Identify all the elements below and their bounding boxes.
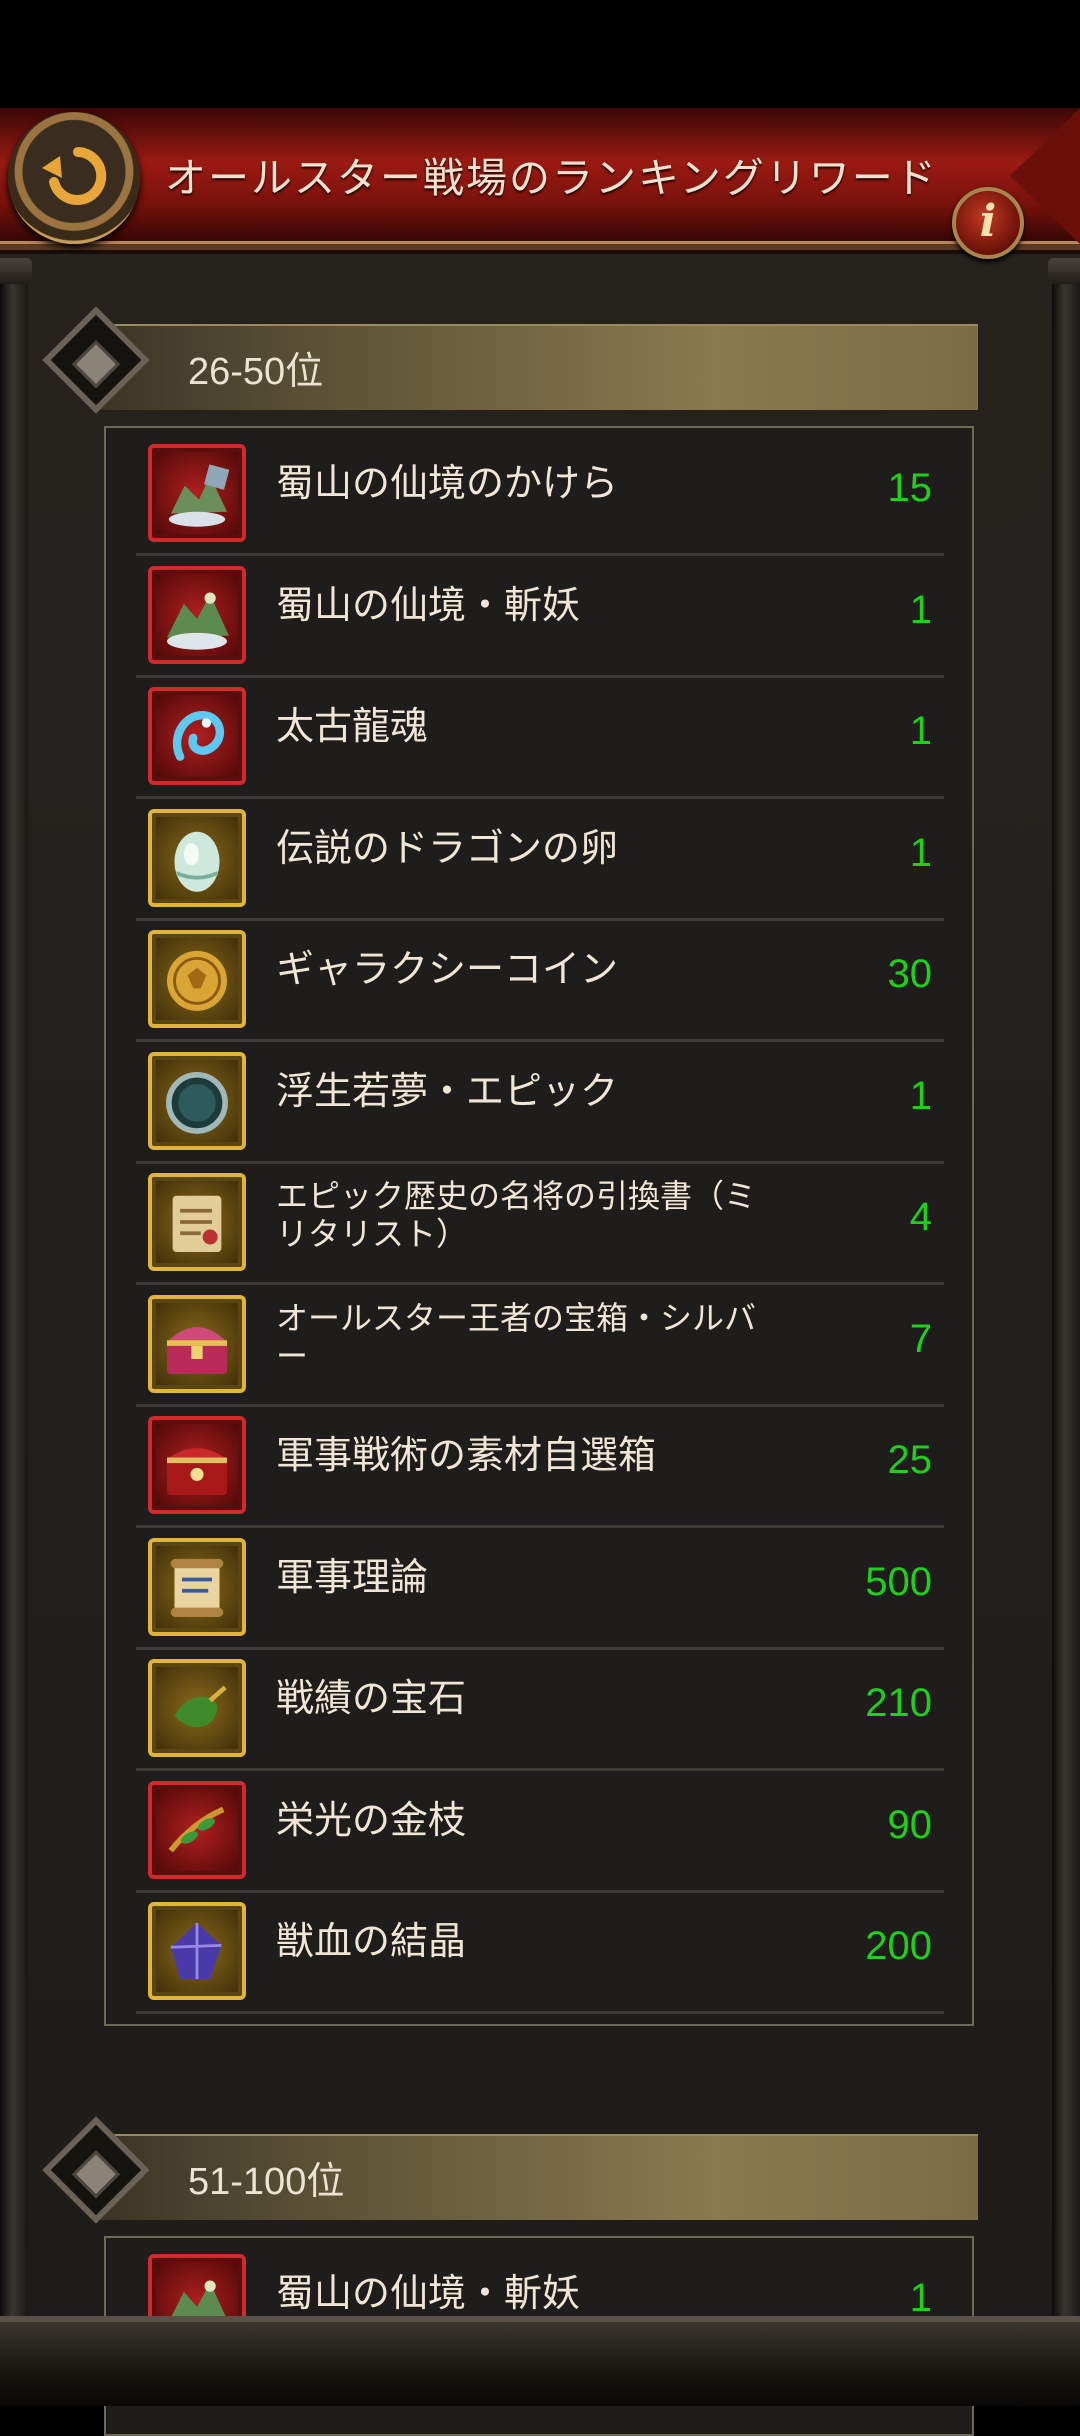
reward-row[interactable]: 蜀山の仙境のかけら 15 (136, 432, 944, 556)
golden-branch-icon[interactable] (148, 1780, 246, 1879)
bottom-frame-bar (0, 2316, 1080, 2406)
info-button[interactable]: i (952, 187, 1024, 259)
reward-name: 軍事戦術の素材自選箱 (276, 1433, 657, 1477)
rank-range-label: 51-100位 (188, 2161, 345, 2203)
status-bar (0, 0, 1080, 108)
reward-name: 太古龍魂 (276, 704, 429, 748)
right-pillar-decoration (1048, 258, 1080, 2378)
galaxy-coin-icon[interactable] (148, 930, 246, 1028)
reward-quantity: 1 (909, 587, 932, 632)
reward-row[interactable]: 浮生若夢・エピック 1 (136, 1040, 944, 1164)
reward-list: 蜀山の仙境のかけら 15 蜀山の仙境・斬妖 1 太古龍魂 1 伝説のドラゴンの卵 1 ギャラクシ… (104, 426, 974, 2026)
reward-quantity: 4 (909, 1195, 932, 1239)
rank-range-label: 26-50位 (188, 351, 324, 393)
reward-name: 浮生若夢・エピック (276, 1068, 619, 1113)
reward-quantity: 15 (887, 466, 933, 510)
ancient-dragon-soul-icon[interactable] (148, 687, 246, 785)
reward-row[interactable]: エピック歴史の名将の引換書（ミリタリスト） 4 (136, 1161, 944, 1285)
fairyland-fragment-icon[interactable] (148, 444, 246, 542)
reward-row[interactable]: オールスター王者の宝箱・シルバー 7 (136, 1283, 944, 1407)
reward-quantity: 210 (865, 1681, 932, 1725)
exchange-scroll-icon[interactable] (148, 1173, 246, 1271)
dream-mirror-icon[interactable] (148, 1051, 246, 1150)
reward-row[interactable]: 獣血の結晶 200 (136, 1890, 944, 2014)
reward-quantity: 25 (887, 1438, 933, 1482)
fairyland-demon-slayer-icon[interactable] (148, 565, 246, 664)
reward-name: 栄光の金枝 (276, 1797, 467, 1842)
reward-row[interactable]: 戦績の宝石 210 (136, 1647, 944, 1771)
back-button[interactable] (8, 112, 140, 244)
reward-name: 軍事理論 (276, 1554, 429, 1599)
reward-quantity: 1 (909, 830, 932, 875)
reward-row[interactable]: 栄光の金枝 90 (136, 1769, 944, 1893)
reward-row[interactable]: ギャラクシーコイン 30 (136, 918, 944, 1042)
reward-name: ギャラクシーコイン (276, 947, 619, 991)
reward-quantity: 1 (909, 1073, 932, 1118)
reward-row[interactable]: 太古龍魂 1 (136, 675, 944, 799)
reward-name: エピック歴史の名将の引換書（ミリタリスト） (276, 1177, 757, 1253)
left-pillar-decoration (0, 258, 32, 2378)
reward-row[interactable]: 蜀山の仙境・斬妖 1 (136, 554, 944, 678)
page-title: オールスター戦場のランキングリワード (165, 154, 938, 202)
reward-name: 蜀山の仙境・斬妖 (276, 2271, 581, 2315)
rank-section-header: 26-50位 (42, 306, 978, 414)
reward-name: 獣血の結晶 (276, 1919, 467, 1963)
reward-quantity: 30 (887, 952, 933, 996)
back-arrow-icon (42, 147, 107, 205)
reward-quantity: 90 (887, 1802, 933, 1847)
rank-section-header: 51-100位 (42, 2116, 978, 2224)
reward-name: 伝説のドラゴンの卵 (276, 825, 619, 870)
material-box-icon[interactable] (148, 1416, 246, 1514)
reward-row[interactable]: 軍事理論 500 (136, 1526, 944, 1650)
dragon-egg-icon[interactable] (148, 808, 246, 907)
reward-name: オールスター王者の宝箱・シルバー (276, 1298, 757, 1375)
reward-row[interactable]: 伝説のドラゴンの卵 1 (136, 797, 944, 921)
merit-gem-icon[interactable] (148, 1659, 246, 1757)
reward-quantity: 7 (909, 1316, 932, 1361)
reward-name: 蜀山の仙境・斬妖 (276, 582, 581, 627)
title-banner: オールスター戦場のランキングリワード (0, 108, 1080, 250)
military-theory-scroll-icon[interactable] (148, 1537, 246, 1636)
reward-name: 戦績の宝石 (276, 1676, 467, 1720)
reward-quantity: 200 (865, 1924, 932, 1968)
reward-quantity: 500 (865, 1559, 932, 1604)
treasure-chest-icon[interactable] (148, 1294, 246, 1393)
info-icon: i (979, 196, 997, 247)
reward-quantity: 1 (909, 709, 932, 753)
reward-quantity: 1 (909, 2276, 932, 2320)
reward-row[interactable]: 軍事戦術の素材自選箱 25 (136, 1404, 944, 1528)
beast-blood-crystal-icon[interactable] (148, 1902, 246, 2000)
reward-name: 蜀山の仙境のかけら (276, 461, 619, 505)
